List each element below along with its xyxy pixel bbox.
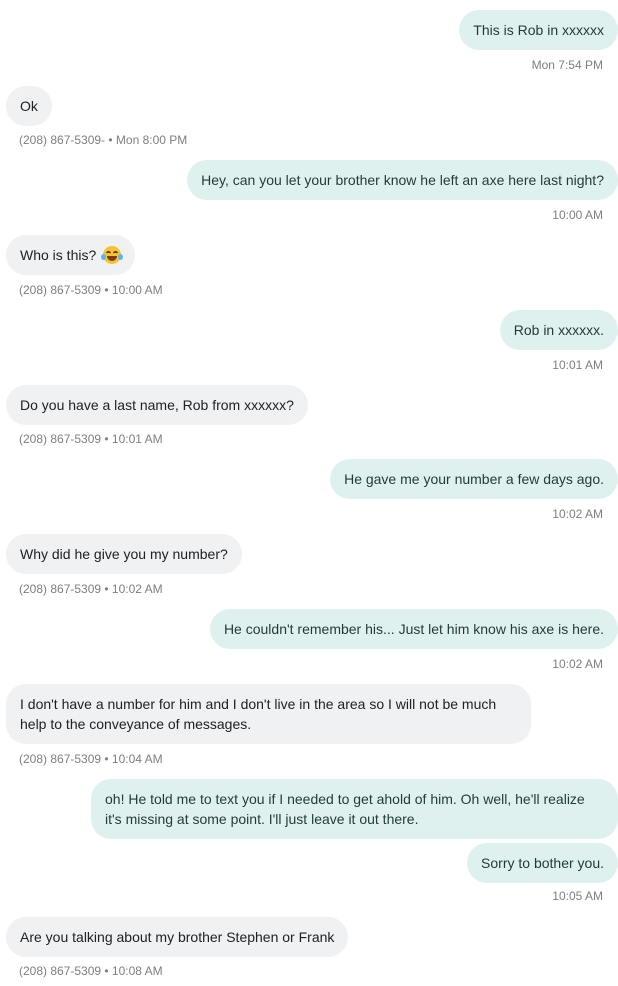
message-sender-timestamp: (208) 867-5309 • 10:01 AM: [19, 432, 163, 446]
message-text: oh! He told me to text you if I needed t…: [105, 791, 585, 827]
message-bubble-incoming[interactable]: I don't have a number for him and I don'…: [6, 684, 531, 744]
message-text: He couldn't remember his... Just let him…: [223, 621, 604, 637]
message-timestamp: 10:05 AM: [552, 889, 603, 903]
message-text: Are you talking about my brother Stephen…: [20, 929, 335, 945]
message-text: I don't have a number for him and I don'…: [20, 696, 497, 732]
message-sender-timestamp: (208) 867-5309 • 10:00 AM: [19, 283, 163, 297]
message-bubble-outgoing[interactable]: Sorry to bother you.: [467, 843, 618, 883]
message-text: Do you have a last name, Rob from xxxxxx…: [20, 397, 294, 413]
message-sender-timestamp: (208) 867-5309 • 10:08 AM: [19, 964, 163, 978]
message-timestamp: Mon 7:54 PM: [531, 58, 603, 72]
message-timestamp: 10:02 AM: [552, 657, 603, 671]
message-text: Why did he give you my number?: [20, 546, 228, 562]
laughing-tears-emoji-icon: [101, 246, 124, 264]
message-bubble-incoming[interactable]: Are you talking about my brother Stephen…: [6, 917, 349, 957]
message-bubble-outgoing[interactable]: He gave me your number a few days ago.: [330, 459, 618, 499]
message-text: He gave me your number a few days ago.: [344, 471, 604, 487]
message-bubble-outgoing[interactable]: This is Rob in xxxxxx: [459, 10, 618, 50]
message-text: Who is this?: [20, 247, 97, 263]
message-timestamp: 10:00 AM: [552, 208, 603, 222]
message-bubble-incoming[interactable]: Do you have a last name, Rob from xxxxxx…: [6, 385, 308, 425]
message-bubble-outgoing[interactable]: Rob in xxxxxx.: [499, 310, 618, 350]
message-text: Rob in xxxxxx.: [513, 322, 604, 338]
message-bubble-outgoing[interactable]: He couldn't remember his... Just let him…: [209, 609, 618, 649]
message-bubble-outgoing[interactable]: oh! He told me to text you if I needed t…: [91, 779, 618, 839]
message-text: Hey, can you let your brother know he le…: [201, 172, 604, 188]
message-text: This is Rob in xxxxxx: [473, 22, 604, 38]
message-bubble-incoming[interactable]: Ok: [6, 86, 52, 126]
message-text: Sorry to bother you.: [481, 855, 604, 871]
message-sender-timestamp: (208) 867-5309- • Mon 8:00 PM: [19, 133, 188, 147]
message-bubble-outgoing[interactable]: Hey, can you let your brother know he le…: [187, 160, 618, 200]
message-timestamp: 10:01 AM: [552, 358, 603, 372]
message-timestamp: 10:02 AM: [552, 507, 603, 521]
message-bubble-incoming[interactable]: Why did he give you my number?: [6, 534, 242, 574]
message-sender-timestamp: (208) 867-5309 • 10:04 AM: [19, 752, 163, 766]
message-sender-timestamp: (208) 867-5309 • 10:02 AM: [19, 582, 163, 596]
message-text: Ok: [20, 98, 38, 114]
message-bubble-incoming[interactable]: Who is this?: [6, 235, 136, 275]
